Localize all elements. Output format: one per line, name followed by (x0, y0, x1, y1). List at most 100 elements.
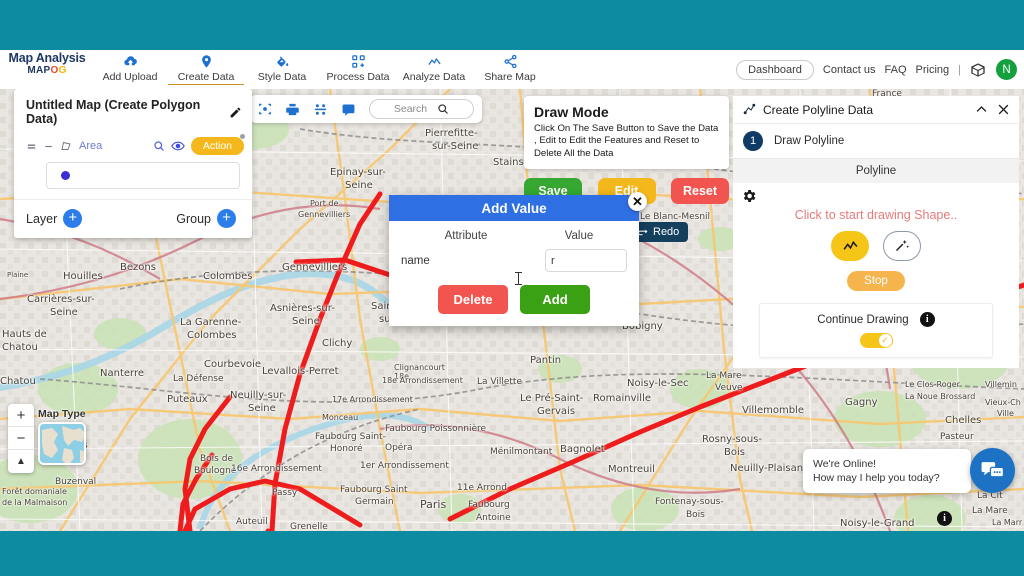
polyline-panel-body: Polyline Click to start drawing Shape.. … (733, 159, 1019, 368)
comment-icon[interactable] (341, 102, 356, 117)
header-separator: | (958, 63, 961, 76)
group-label: Group (176, 211, 211, 226)
brand-logo-g: G (58, 65, 67, 76)
drag-handle-icon[interactable] (26, 141, 37, 152)
stop-button[interactable]: Stop (847, 271, 905, 291)
header-right-group: Dashboard Contact us FAQ Pricing | N (736, 50, 1018, 89)
redo-label: Redo (653, 226, 680, 238)
chat-line-2: How may I help you today? (813, 472, 940, 484)
locate-target-icon[interactable] (258, 102, 272, 116)
compass-button[interactable]: ▲ (8, 450, 34, 473)
world-globe-icon (40, 424, 84, 463)
cube-icon[interactable] (970, 62, 986, 78)
polyline-icon (743, 103, 756, 116)
chat-line-1: We're Online! (813, 458, 877, 470)
measure-icon[interactable] (313, 102, 328, 117)
map-type-thumbnail[interactable] (38, 422, 86, 465)
nav-item-share-map[interactable]: Share Map (472, 50, 548, 83)
close-icon[interactable] (996, 102, 1011, 117)
brand-logo[interactable]: Map Analysis MAPOG (8, 51, 86, 77)
pricing-link[interactable]: Pricing (916, 64, 950, 76)
app-header: Map Analysis MAPOG Add Upload Create Data… (0, 50, 1024, 89)
process-grid-icon (320, 53, 396, 69)
nav-item-analyze-data[interactable]: Analyze Data (396, 50, 472, 83)
close-icon[interactable]: ✕ (628, 192, 647, 211)
add-value-modal: Add Value ✕ Attribute Value name Delete … (389, 192, 647, 326)
continue-drawing-toggle[interactable]: ✓ (859, 333, 893, 348)
map-toolbar: Search (250, 95, 482, 123)
layer-action-button[interactable]: Action (190, 134, 245, 155)
continue-drawing-row: Continue Drawing i (817, 312, 935, 327)
shape-tool-buttons (733, 231, 1019, 261)
polyline-draw-icon[interactable] (831, 231, 869, 261)
layer-style-swatch[interactable] (46, 162, 240, 189)
map-search-placeholder: Search (393, 103, 428, 115)
layer-group-footer: Layer + Group + (14, 199, 252, 238)
nav-item-create-data[interactable]: Create Data (168, 50, 244, 85)
layer-action-label: Action (202, 140, 232, 152)
zoom-out-button[interactable]: − (8, 427, 34, 450)
layer-label: Layer (26, 211, 58, 226)
add-group-button[interactable]: + (217, 209, 236, 228)
layers-panel: Untitled Map (Create Polygon Data) Area (14, 89, 252, 238)
main-navigation: Add Upload Create Data Style Data Process D… (92, 50, 548, 89)
avatar[interactable]: N (995, 58, 1018, 81)
map-info-icon[interactable]: i (937, 511, 952, 526)
create-polyline-panel: Create Polyline Data 1 Draw Polyline Pol… (733, 96, 1019, 368)
gear-icon[interactable] (733, 183, 1019, 204)
map-pin-icon (168, 53, 244, 69)
layer-row-area[interactable]: Area Action (14, 134, 252, 155)
zoom-in-button[interactable]: + (8, 404, 34, 427)
share-icon (472, 53, 548, 69)
delete-button[interactable]: Delete (438, 285, 508, 314)
eye-icon[interactable] (171, 139, 185, 153)
swatch-dot (61, 171, 70, 180)
magic-wand-icon[interactable] (883, 231, 921, 261)
app-root: Cormeilles-FrancePierrefitte-sur-SeineSt… (0, 0, 1024, 576)
cloud-upload-icon (92, 53, 168, 69)
column-value: Value (564, 230, 594, 242)
attribute-row: name (401, 249, 627, 272)
info-icon[interactable]: i (919, 312, 935, 327)
attribute-name: name (401, 254, 430, 267)
continue-drawing-card: Continue Drawing i ✓ (759, 303, 993, 358)
nav-item-label: Create Data (168, 71, 244, 85)
zoom-controls: + − ▲ (8, 404, 34, 473)
search-icon (438, 104, 449, 114)
nav-item-process-data[interactable]: Process Data (320, 50, 396, 83)
draw-mode-card: Draw Mode Click On The Save Button to Sa… (524, 96, 729, 170)
map-type-switcher[interactable]: Map Type (38, 408, 86, 465)
map-title-row: Untitled Map (Create Polygon Data) (14, 89, 252, 135)
draw-mode-title: Draw Mode (534, 104, 609, 120)
brand-title: Map Analysis (8, 51, 86, 65)
minus-icon[interactable] (43, 141, 54, 152)
add-button[interactable]: Add (520, 285, 590, 314)
print-icon[interactable] (285, 102, 300, 117)
drawing-hint: Click to start drawing Shape.. (794, 208, 958, 222)
layer-search-icon[interactable] (153, 140, 165, 152)
polyline-subheader: Polyline (733, 159, 1019, 183)
analytics-chart-icon (396, 53, 472, 69)
paint-bucket-icon (244, 53, 320, 69)
attribute-value-input[interactable] (545, 249, 627, 272)
map-type-label: Map Type (38, 408, 86, 420)
faq-link[interactable]: FAQ (885, 64, 907, 76)
chat-icon[interactable] (970, 448, 1015, 493)
contact-us-link[interactable]: Contact us (823, 64, 876, 76)
pencil-icon[interactable] (229, 106, 242, 119)
modal-body: Attribute Value name Delete Add (389, 221, 639, 326)
modal-title: Add Value (481, 200, 547, 216)
nav-item-label: Analyze Data (402, 71, 466, 83)
add-layer-button[interactable]: + (63, 209, 83, 228)
layer-name: Area (79, 140, 103, 152)
reset-button[interactable]: Reset (671, 178, 729, 204)
step-draw-polyline[interactable]: 1 Draw Polyline (733, 124, 1019, 159)
bottom-band (0, 531, 1024, 576)
polyline-panel-header: Create Polyline Data (733, 96, 1019, 124)
brand-logo-o: O (50, 65, 59, 76)
map-search-input[interactable]: Search (369, 99, 474, 119)
nav-item-add-upload[interactable]: Add Upload (92, 50, 168, 83)
chevron-up-icon[interactable] (974, 102, 989, 117)
nav-item-style-data[interactable]: Style Data (244, 50, 320, 83)
dashboard-button[interactable]: Dashboard (736, 59, 814, 80)
